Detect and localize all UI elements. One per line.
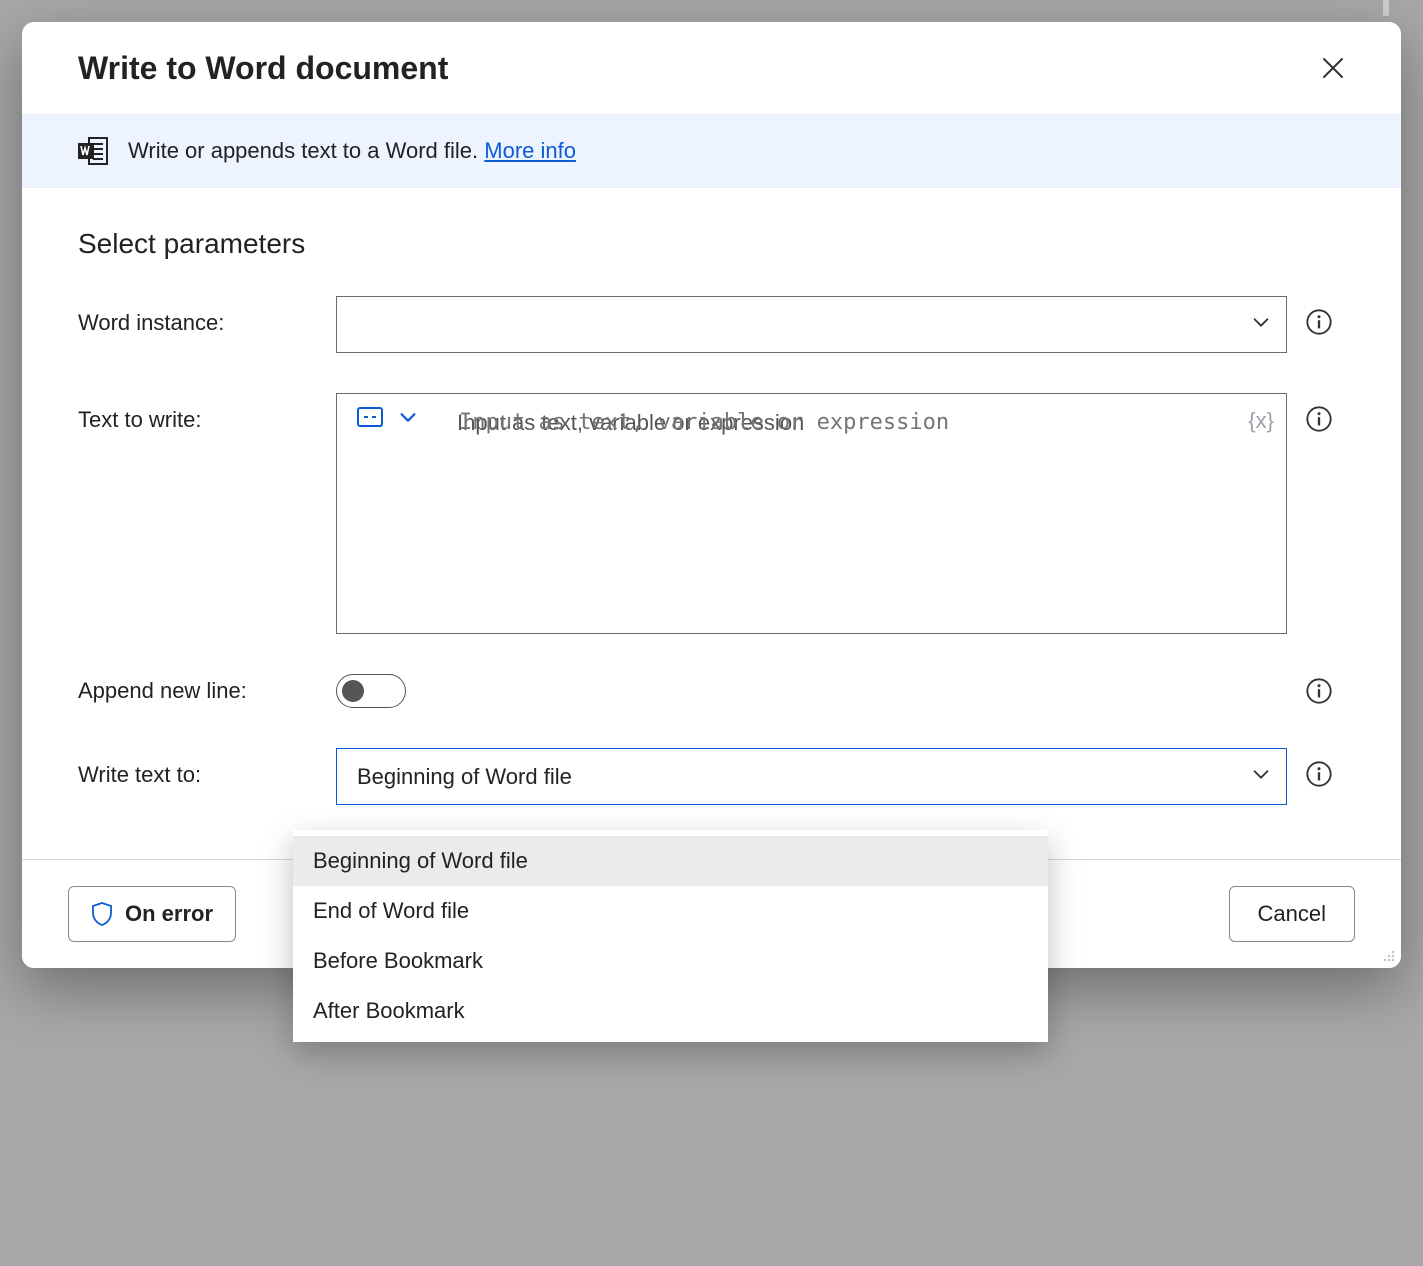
toggle-knob — [342, 680, 364, 702]
text-to-write-input[interactable] — [457, 408, 1234, 619]
row-text-to-write: Text to write: Input as text, variable o… — [78, 393, 1345, 634]
text-to-write-field[interactable]: Input as text, variable or expression {x… — [336, 393, 1287, 634]
info-text: Write or appends text to a Word file. Mo… — [128, 138, 576, 164]
info-description: Write or appends text to a Word file. — [128, 138, 478, 163]
close-button[interactable] — [1311, 46, 1355, 90]
write-text-to-dropdown: Beginning of Word file End of Word file … — [293, 830, 1048, 1042]
row-append-new-line: Append new line: — [78, 674, 1345, 708]
chevron-down-icon[interactable] — [397, 406, 419, 428]
write-text-to-value: Beginning of Word file — [357, 764, 572, 790]
dropdown-option[interactable]: End of Word file — [293, 886, 1048, 936]
row-write-text-to: Write text to: Beginning of Word file — [78, 748, 1345, 805]
label-word-instance: Word instance: — [78, 296, 318, 336]
info-bar: Write or appends text to a Word file. Mo… — [22, 114, 1401, 188]
info-icon[interactable] — [1305, 308, 1333, 336]
dropdown-option[interactable]: Before Bookmark — [293, 936, 1048, 986]
info-icon[interactable] — [1305, 760, 1333, 788]
append-new-line-toggle[interactable] — [336, 674, 406, 708]
shield-icon — [91, 902, 113, 926]
action-config-dialog: Write to Word document Write or appends … — [22, 22, 1401, 968]
on-error-button[interactable]: On error — [68, 886, 236, 942]
dialog-header: Write to Word document — [22, 22, 1401, 114]
row-word-instance: Word instance: — [78, 296, 1345, 353]
label-text-to-write: Text to write: — [78, 393, 318, 433]
dropdown-option[interactable]: After Bookmark — [293, 986, 1048, 1036]
word-instance-combobox[interactable] — [336, 296, 1287, 353]
insert-variable-icon[interactable]: {x} — [1248, 408, 1274, 434]
text-mode-icon[interactable] — [357, 407, 383, 427]
word-doc-icon — [78, 137, 108, 165]
chevron-down-icon — [1250, 311, 1272, 339]
cancel-button[interactable]: Cancel — [1229, 886, 1355, 942]
info-icon[interactable] — [1305, 677, 1333, 705]
label-write-text-to: Write text to: — [78, 748, 318, 788]
write-text-to-combobox[interactable]: Beginning of Word file — [336, 748, 1287, 805]
on-error-label: On error — [125, 901, 213, 927]
close-icon — [1321, 56, 1345, 80]
resize-grip-icon[interactable] — [1379, 946, 1397, 964]
footer-buttons: Save Cancel — [1100, 886, 1355, 942]
label-append-new-line: Append new line: — [78, 678, 318, 704]
more-info-link[interactable]: More info — [484, 138, 576, 163]
section-heading: Select parameters — [78, 228, 1345, 260]
chevron-down-icon — [1250, 763, 1272, 791]
info-icon[interactable] — [1305, 405, 1333, 433]
dropdown-option[interactable]: Beginning of Word file — [293, 836, 1048, 886]
backdrop-scrollbar-fragment — [1383, 0, 1389, 16]
dialog-title: Write to Word document — [78, 50, 448, 87]
